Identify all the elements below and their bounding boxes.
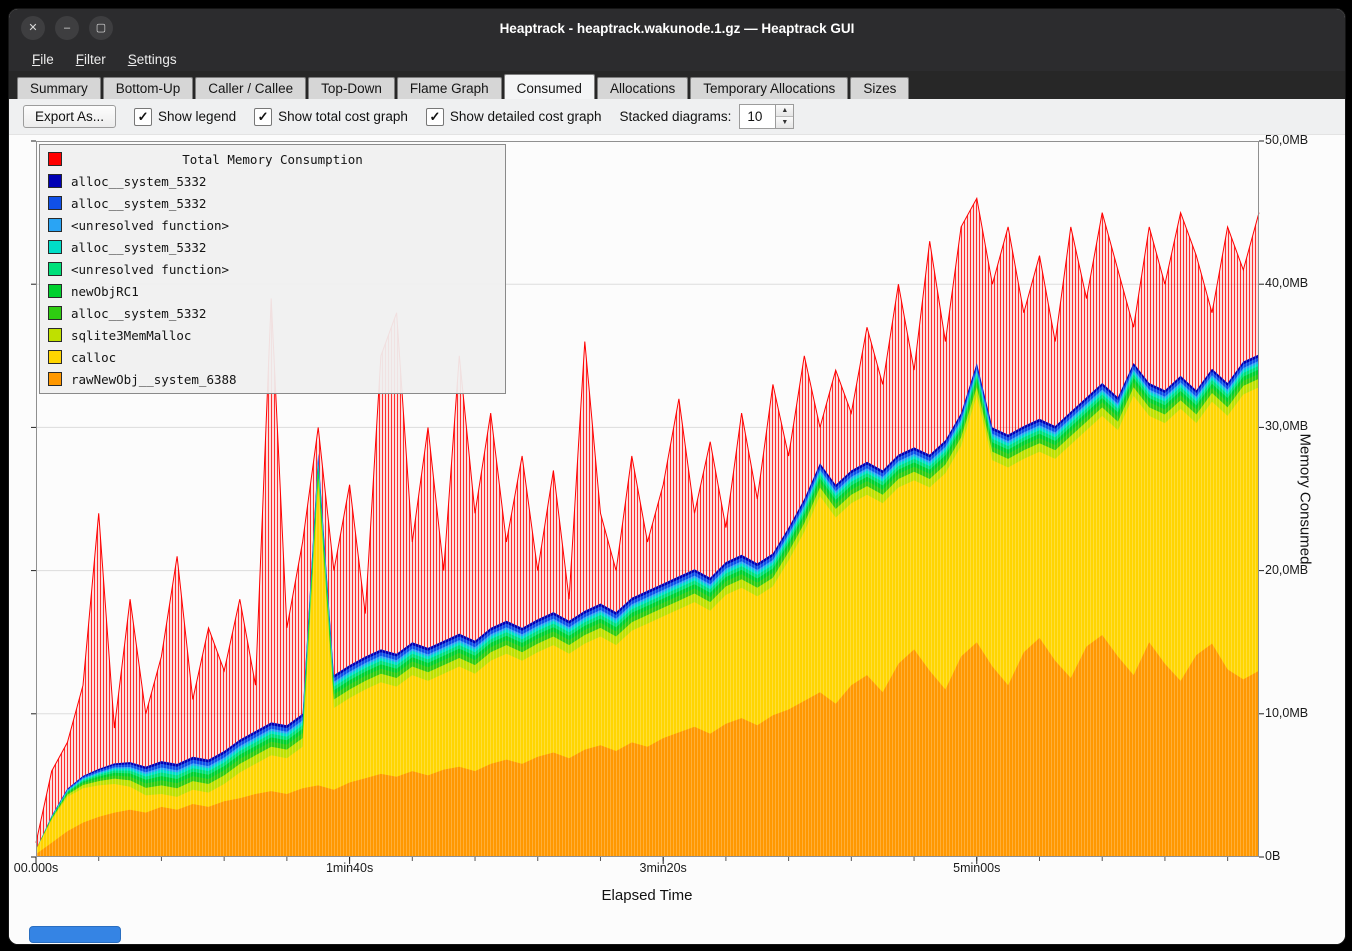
legend-label: alloc__system_5332 [71,240,206,255]
legend-label: sqlite3MemMalloc [71,328,191,343]
x-tick-label: 3min20s [640,861,687,875]
y-tick-label: 40,0MB [1265,276,1308,290]
tab-allocations[interactable]: Allocations [597,77,688,99]
legend-swatch [48,350,62,364]
spinner-up-icon[interactable]: ▲ [776,105,793,117]
titlebar: ✕ – ▢ Heaptrack - heaptrack.wakunode.1.g… [9,9,1345,47]
tab-bottom-up[interactable]: Bottom-Up [103,77,194,99]
toolbar: Export As... ✓ Show legend ✓ Show total … [9,99,1345,135]
show-detailed-cost-checkbox[interactable]: ✓ Show detailed cost graph [426,108,602,126]
minimize-icon[interactable]: – [55,16,79,40]
legend-item[interactable]: alloc__system_5332 [40,170,505,192]
legend-swatch [48,372,62,386]
legend-swatch [48,196,62,210]
legend-swatch [48,306,62,320]
timeline-filter-handle[interactable] [29,926,121,943]
legend-label: newObjRC1 [71,284,139,299]
legend-item[interactable]: alloc__system_5332 [40,192,505,214]
legend-label: <unresolved function> [71,262,229,277]
stacked-diagrams-spinner[interactable]: 10 ▲ ▼ [739,104,794,129]
show-total-cost-label: Show total cost graph [278,109,408,124]
legend-swatch [48,284,62,298]
x-tick-label: 00.000s [14,861,58,875]
tab-temporary-allocations[interactable]: Temporary Allocations [690,77,848,99]
x-axis-title: Elapsed Time [602,887,693,904]
tab-sizes[interactable]: Sizes [850,77,909,99]
legend-label: calloc [71,350,116,365]
legend-item[interactable]: calloc [40,346,505,368]
legend-swatch [48,218,62,232]
legend-item[interactable]: <unresolved function> [40,214,505,236]
legend-swatch [48,240,62,254]
legend-label: rawNewObj__system_6388 [71,372,237,387]
show-detailed-cost-label: Show detailed cost graph [450,109,602,124]
x-tick-label: 1min40s [326,861,373,875]
tab-consumed[interactable]: Consumed [504,74,595,99]
legend-item[interactable]: <unresolved function> [40,258,505,280]
legend-item[interactable]: sqlite3MemMalloc [40,324,505,346]
tab-caller-callee[interactable]: Caller / Callee [195,77,306,99]
checkbox-check-icon[interactable]: ✓ [254,108,272,126]
spinner-arrows: ▲ ▼ [776,104,794,129]
legend-swatch [48,262,62,276]
y-tick-label: 10,0MB [1265,706,1308,720]
tab-flame-graph[interactable]: Flame Graph [397,77,502,99]
legend-item[interactable]: newObjRC1 [40,280,505,302]
legend-label: alloc__system_5332 [71,196,206,211]
legend-item[interactable]: alloc__system_5332 [40,236,505,258]
legend-label: alloc__system_5332 [71,306,206,321]
tab-summary[interactable]: Summary [17,77,101,99]
tab-bar: Summary Bottom-Up Caller / Callee Top-Do… [9,71,1345,99]
y-axis-title: Memory Consumed [1297,434,1314,565]
show-total-cost-checkbox[interactable]: ✓ Show total cost graph [254,108,408,126]
y-tick-label: 50,0MB [1265,133,1308,147]
menu-file[interactable]: File [23,50,63,69]
menu-settings[interactable]: Settings [119,50,186,69]
maximize-icon[interactable]: ▢ [89,16,113,40]
checkbox-check-icon[interactable]: ✓ [426,108,444,126]
x-tick-label: 5min00s [953,861,1000,875]
spinner-down-icon[interactable]: ▼ [776,117,793,128]
legend-label: alloc__system_5332 [71,174,206,189]
chart-legend: Total Memory Consumption alloc__system_5… [39,144,506,394]
menu-filter[interactable]: Filter [67,50,115,69]
stacked-diagrams-value[interactable]: 10 [739,104,776,129]
legend-item[interactable]: alloc__system_5332 [40,302,505,324]
y-tick-label: 30,0MB [1265,419,1308,433]
export-as-button[interactable]: Export As... [23,105,116,128]
menubar: File Filter Settings [9,47,1345,71]
checkbox-check-icon[interactable]: ✓ [134,108,152,126]
stacked-diagrams-group: Stacked diagrams: 10 ▲ ▼ [620,104,795,129]
y-tick-label: 20,0MB [1265,563,1308,577]
legend-title: Total Memory Consumption [182,152,363,167]
legend-swatch [48,328,62,342]
legend-swatch [48,174,62,188]
y-tick-label: 0B [1265,849,1280,863]
app-window: ✕ – ▢ Heaptrack - heaptrack.wakunode.1.g… [8,8,1346,945]
tab-top-down[interactable]: Top-Down [308,77,395,99]
window-controls: ✕ – ▢ [21,16,113,40]
show-legend-label: Show legend [158,109,236,124]
close-icon[interactable]: ✕ [21,16,45,40]
legend-label: <unresolved function> [71,218,229,233]
window-title: Heaptrack - heaptrack.wakunode.1.gz — He… [500,21,855,36]
stacked-diagrams-label: Stacked diagrams: [620,109,732,124]
show-legend-checkbox[interactable]: ✓ Show legend [134,108,236,126]
legend-title-row[interactable]: Total Memory Consumption [40,148,505,170]
legend-item[interactable]: rawNewObj__system_6388 [40,368,505,390]
legend-total-swatch [48,152,62,166]
